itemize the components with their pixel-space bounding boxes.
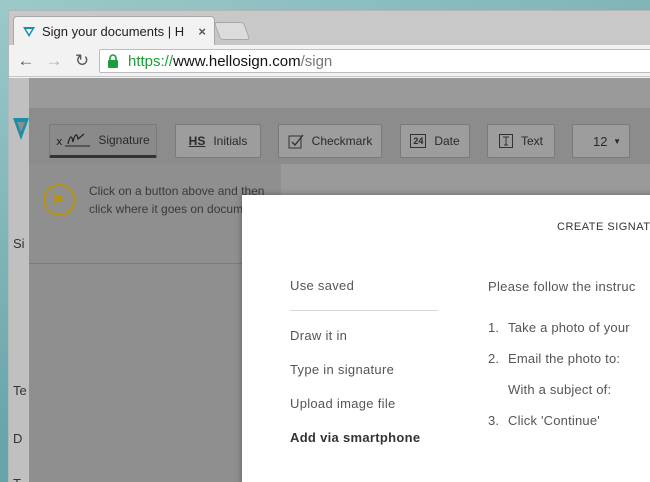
side-label: T (13, 476, 21, 482)
step-text: Click 'Continue' (508, 413, 600, 428)
step-number: 3. (488, 413, 500, 428)
back-button[interactable]: ← (15, 50, 37, 72)
url-scheme: https:// (128, 52, 174, 70)
tool-label: Signature (98, 133, 150, 147)
date-tool-button[interactable]: 24 Date (400, 124, 470, 158)
signature-icon: x (56, 131, 91, 149)
menu-add-via-smartphone[interactable]: Add via smartphone (290, 430, 420, 445)
browser-toolbar: ← → ↻ https:// www.hellosign.com /sign (9, 45, 650, 77)
tab-close-icon[interactable]: × (198, 24, 206, 39)
url-path: /sign (300, 52, 333, 70)
flag-icon (43, 184, 75, 216)
side-label: Si (13, 236, 25, 251)
tool-label: Initials (213, 134, 248, 148)
address-bar[interactable]: https:// www.hellosign.com /sign (99, 49, 650, 73)
side-label: D (13, 431, 23, 446)
font-size-value: 12 (593, 133, 608, 149)
left-rail: Si Te D T (9, 78, 29, 482)
checkmark-icon (288, 133, 304, 149)
tab-title: Sign your documents | H (42, 24, 185, 39)
instruction-step: 2. Email the photo to: (488, 351, 620, 366)
step-text: With a subject of: (508, 382, 612, 397)
chevron-down-icon: ▼ (613, 136, 621, 146)
step-number: 1. (488, 320, 500, 335)
menu-use-saved[interactable]: Use saved (290, 278, 354, 293)
step-text: Email the photo to: (508, 351, 621, 366)
lock-icon (106, 54, 120, 68)
browser-tab[interactable]: Sign your documents | H × (13, 16, 215, 46)
instructions-intro: Please follow the instruc (488, 279, 636, 294)
date-icon: 24 (410, 134, 427, 148)
new-tab-button[interactable] (213, 22, 251, 40)
menu-type-in-signature[interactable]: Type in signature (290, 362, 394, 377)
editor-toolbar: x Signature HS Initials Checkmark 24 Dat… (29, 108, 650, 164)
forward-button[interactable]: → (43, 50, 65, 72)
text-tool-button[interactable]: Text (487, 124, 555, 158)
instruction-step: With a subject of: (488, 382, 611, 397)
text-icon (498, 134, 513, 148)
tool-label: Checkmark (311, 134, 373, 148)
step-number: 2. (488, 351, 500, 366)
initials-tool-button[interactable]: HS Initials (175, 124, 261, 158)
reload-button[interactable]: ↻ (71, 50, 93, 72)
hellosign-favicon-icon (22, 25, 36, 39)
step-text: Take a photo of your (508, 320, 630, 335)
menu-divider (290, 310, 438, 311)
menu-draw-it-in[interactable]: Draw it in (290, 328, 347, 343)
tab-strip: Sign your documents | H × (9, 11, 650, 46)
initials-icon: HS (188, 134, 206, 148)
checkmark-tool-button[interactable]: Checkmark (278, 124, 382, 158)
menu-upload-image-file[interactable]: Upload image file (290, 396, 396, 411)
font-size-select[interactable]: 12 ▼ (572, 124, 630, 158)
side-label: Te (13, 383, 27, 398)
tool-label: Date (434, 134, 460, 148)
create-signature-modal: CREATE SIGNAT Use saved Draw it in Type … (242, 195, 650, 482)
hellosign-logo-icon (13, 118, 29, 149)
instruction-step: 1. Take a photo of your (488, 320, 630, 335)
tool-label: Text (520, 134, 543, 148)
url-host: www.hellosign.com (173, 52, 301, 70)
instruction-step: 3. Click 'Continue' (488, 413, 600, 428)
svg-text:x: x (56, 135, 63, 148)
signature-tool-button[interactable]: x Signature (49, 124, 157, 158)
modal-title: CREATE SIGNAT (557, 221, 650, 233)
